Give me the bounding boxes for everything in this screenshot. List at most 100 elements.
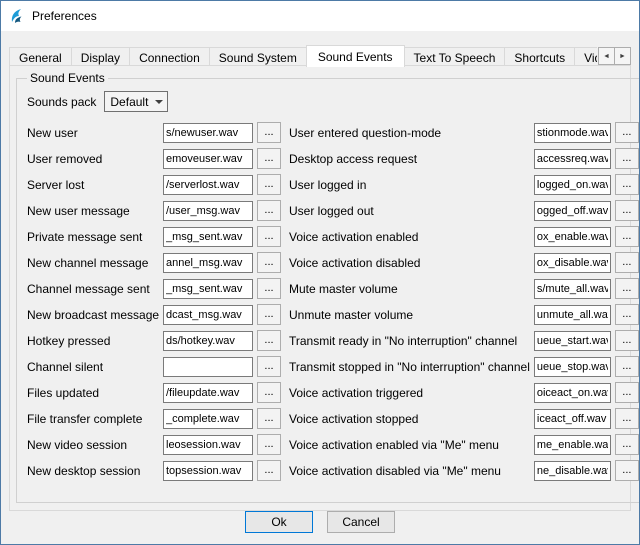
browse-button[interactable]: ... [615,252,639,273]
browse-button[interactable]: ... [257,200,281,221]
sound-event-label: Voice activation stopped [289,412,530,426]
browse-button[interactable]: ... [257,408,281,429]
sound-event-label: Voice activation disabled [289,256,530,270]
sound-file-input[interactable] [163,253,253,273]
sound-event-row: Voice activation triggered ... [289,382,639,403]
sound-file-input[interactable] [534,279,611,299]
browse-button[interactable]: ... [257,330,281,351]
sound-file-input[interactable] [534,461,611,481]
sound-event-row: Transmit ready in "No interruption" chan… [289,330,639,351]
sound-file-input[interactable] [163,435,253,455]
cancel-button[interactable]: Cancel [327,511,395,533]
app-icon [9,8,25,24]
sound-event-row: User logged out ... [289,200,639,221]
sound-event-row: User removed ... [27,148,281,169]
sound-event-label: File transfer complete [27,412,159,426]
browse-button[interactable]: ... [257,122,281,143]
sound-event-label: Transmit stopped in "No interruption" ch… [289,360,530,374]
sound-file-input[interactable] [534,357,611,377]
sound-file-input[interactable] [163,305,253,325]
sound-file-input[interactable] [163,123,253,143]
sound-event-label: New video session [27,438,159,452]
sound-file-input[interactable] [163,175,253,195]
sound-file-input[interactable] [163,279,253,299]
groupbox-title: Sound Events [27,71,108,85]
sound-file-input[interactable] [163,409,253,429]
sounds-pack-label: Sounds pack [27,95,96,109]
sound-file-input[interactable] [534,331,611,351]
browse-button[interactable]: ... [615,382,639,403]
browse-button[interactable]: ... [615,330,639,351]
sound-file-input[interactable] [534,435,611,455]
sound-event-label: Voice activation enabled [289,230,530,244]
browse-button[interactable]: ... [615,408,639,429]
sound-file-input[interactable] [534,227,611,247]
browse-button[interactable]: ... [257,148,281,169]
sound-event-label: Unmute master volume [289,308,530,322]
sound-event-row: User entered question-mode ... [289,122,639,143]
sound-event-row: Voice activation disabled via "Me" menu … [289,460,639,481]
sound-file-input[interactable] [163,331,253,351]
tab-scroll-left-button[interactable]: ◄ [598,47,615,65]
browse-button[interactable]: ... [257,304,281,325]
browse-button[interactable]: ... [257,460,281,481]
tab-text-to-speech[interactable]: Text To Speech [404,47,506,66]
browse-button[interactable]: ... [257,252,281,273]
browse-button[interactable]: ... [257,434,281,455]
tab-sound-events[interactable]: Sound Events [306,45,405,67]
sounds-pack-select[interactable]: Default [104,91,168,112]
browse-button[interactable]: ... [257,356,281,377]
sound-file-input[interactable] [534,409,611,429]
browse-button[interactable]: ... [615,304,639,325]
sound-event-row: Voice activation disabled ... [289,252,639,273]
browse-button[interactable]: ... [615,122,639,143]
sound-event-label: New broadcast message [27,308,159,322]
browse-button[interactable]: ... [615,278,639,299]
browse-button[interactable]: ... [615,460,639,481]
browse-button[interactable]: ... [615,174,639,195]
ok-button[interactable]: Ok [245,511,313,533]
tab-shortcuts[interactable]: Shortcuts [504,47,575,66]
tab-scroll-right-button[interactable]: ► [614,47,631,65]
sound-event-row: Channel silent ... [27,356,281,377]
sound-event-row: New desktop session ... [27,460,281,481]
browse-button[interactable]: ... [257,278,281,299]
sound-file-input[interactable] [163,201,253,221]
sound-file-input[interactable] [534,175,611,195]
sound-event-label: Hotkey pressed [27,334,159,348]
sound-event-row: New channel message ... [27,252,281,273]
sound-file-input[interactable] [534,305,611,325]
sound-event-row: Private message sent ... [27,226,281,247]
browse-button[interactable]: ... [257,174,281,195]
tab-general[interactable]: General [9,47,72,66]
tab-connection[interactable]: Connection [129,47,210,66]
tab-display[interactable]: Display [71,47,130,66]
tab-page-sound-events: Sound Events Sounds pack Default New use… [9,65,631,511]
sound-file-input[interactable] [163,461,253,481]
sound-event-label: Voice activation disabled via "Me" menu [289,464,530,478]
sound-file-input[interactable] [163,383,253,403]
sound-event-label: Channel silent [27,360,159,374]
sound-file-input[interactable] [163,227,253,247]
titlebar[interactable]: Preferences [1,1,639,31]
browse-button[interactable]: ... [257,382,281,403]
sound-event-label: New user message [27,204,159,218]
browse-button[interactable]: ... [615,226,639,247]
browse-button[interactable]: ... [615,148,639,169]
browse-button[interactable]: ... [615,200,639,221]
tab-bar: General Display Connection Sound System … [9,44,631,66]
browse-button[interactable]: ... [615,434,639,455]
sound-file-input[interactable] [534,149,611,169]
sound-file-input[interactable] [534,201,611,221]
sound-file-input[interactable] [534,123,611,143]
sound-file-input[interactable] [163,149,253,169]
sound-event-row: Hotkey pressed ... [27,330,281,351]
sound-file-input[interactable] [534,383,611,403]
sound-file-input[interactable] [163,357,253,377]
tab-sound-system[interactable]: Sound System [209,47,307,66]
sound-event-row: Voice activation stopped ... [289,408,639,429]
browse-button[interactable]: ... [257,226,281,247]
sound-file-input[interactable] [534,253,611,273]
sound-event-row: Unmute master volume ... [289,304,639,325]
browse-button[interactable]: ... [615,356,639,377]
